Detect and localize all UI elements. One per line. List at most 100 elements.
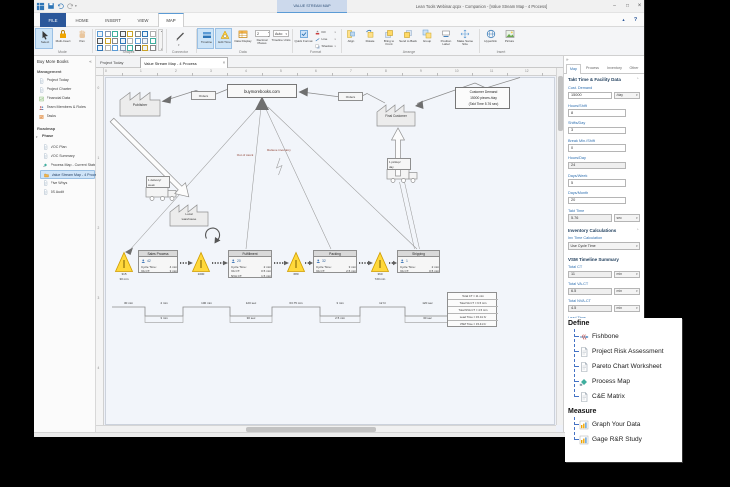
ribbon-button-shadow[interactable]: Shadow▾ (315, 43, 338, 49)
scroll-down-icon[interactable]: ▾ (159, 48, 164, 52)
shape-thumb[interactable] (112, 45, 118, 51)
shape-thumb[interactable] (97, 38, 103, 44)
sidebar-item-financial-data[interactable]: Financial Data (36, 95, 94, 103)
vertical-scrollbar-thumb[interactable] (558, 76, 563, 131)
field-input-5[interactable]: 5 (568, 179, 626, 187)
ribbon-button-timeline[interactable]: Timeline (197, 28, 214, 49)
shape-thumb[interactable] (135, 38, 141, 44)
doc-tab-value-stream-map[interactable]: Value Stream Map - 4 Process× (140, 57, 228, 69)
field-input-1[interactable]: 8 (568, 109, 626, 117)
tab-home[interactable]: HOME (68, 13, 96, 27)
tool-item-project-risk-assessment[interactable]: Project Risk Assessment (579, 346, 681, 358)
ribbon-button-send-to-back[interactable]: Send to Back (399, 28, 417, 49)
ribbon-button-multi-insert[interactable]: Multi-Insert (54, 28, 72, 49)
tab-view[interactable]: VIEW (130, 13, 156, 27)
field-input-6[interactable]: 20 (568, 197, 626, 205)
ribbon-collapse-icon[interactable]: ▴ (619, 15, 628, 24)
tool-item-gage-r-r-study[interactable]: Gage R&R Study (579, 434, 681, 446)
tool-item-process-map[interactable]: Process Map (579, 376, 681, 388)
shape-thumb[interactable] (112, 38, 118, 44)
ribbon-button-position-label[interactable]: Position Label (437, 28, 455, 49)
shape-thumb[interactable] (142, 45, 148, 51)
tool-item-graph-your-data[interactable]: Graph Your Data (579, 419, 681, 431)
shape-thumb[interactable] (120, 38, 126, 44)
shape-thumb[interactable] (127, 38, 133, 44)
shape-thumb[interactable] (135, 31, 141, 37)
shape-thumb[interactable] (127, 45, 133, 51)
maximize-button[interactable]: □ (622, 1, 633, 11)
vertical-scrollbar[interactable] (556, 68, 563, 425)
panel-tab-inventory[interactable]: Inventory (604, 64, 625, 74)
shape-thumb[interactable] (112, 31, 118, 37)
doc-tab-close-icon[interactable]: × (221, 60, 227, 66)
ribbon-button-edit-time[interactable]: Edit Time (215, 28, 232, 49)
qat-dropdown-icon[interactable]: ▾ (75, 4, 81, 10)
field-input-4[interactable]: 24 (568, 162, 626, 170)
field-input-0[interactable]: 15000 (568, 92, 612, 100)
ribbon-button-rotate[interactable]: Rotate (361, 28, 379, 49)
shape-thumb[interactable] (142, 31, 148, 37)
undo-icon[interactable] (57, 2, 65, 10)
doc-tab-project-today[interactable]: Project Today (100, 58, 136, 67)
shape-thumb[interactable] (105, 45, 111, 51)
panel-tab-process[interactable]: Process (582, 64, 603, 74)
ribbon-button-group[interactable]: Group (418, 28, 436, 49)
shape-thumb[interactable] (120, 31, 126, 37)
vsm-field-unit-2[interactable]: min▾ (614, 305, 640, 313)
shape-palette-scrollbar[interactable]: ▴▾ (158, 29, 163, 51)
sidebar-item-5s-audit[interactable]: 5S Audit (40, 188, 95, 197)
shape-thumb[interactable] (150, 38, 156, 44)
vsm-field-unit-0[interactable]: min▾ (614, 271, 640, 279)
shape-thumb[interactable] (105, 38, 111, 44)
tool-item-c-e-matrix[interactable]: C&E Matrix (579, 391, 681, 403)
horizontal-scrollbar-thumb[interactable] (246, 427, 376, 432)
tab-map[interactable]: MAP (158, 13, 184, 27)
sidebar-item-process-map-current-state[interactable]: Process Map - Current State (40, 161, 95, 170)
ribbon-button-quick-format[interactable]: Quick Format (294, 28, 313, 49)
help-icon[interactable]: ? (631, 15, 640, 24)
ribbon-button-make-same-size[interactable]: Make Same Size (456, 28, 474, 49)
vsm-field-input-2[interactable]: 4.5 (568, 305, 612, 313)
shape-thumb[interactable] (127, 31, 133, 37)
shape-thumb[interactable] (97, 31, 103, 37)
sidebar-item-voc-summary[interactable]: VOC Summary (40, 152, 95, 161)
minimize-button[interactable]: – (609, 1, 620, 11)
decimal-places-spinner[interactable]: 2▴▾ (255, 30, 270, 37)
ribbon-button-hyperlink[interactable]: Hyperlink (481, 28, 500, 49)
field-input-3[interactable]: 0 (568, 144, 626, 152)
ribbon-button-connector-pen[interactable]: ▾ (171, 28, 189, 49)
ribbon-button-select[interactable]: Select (35, 28, 53, 49)
panel-collapse-icon[interactable]: » (566, 57, 573, 64)
vsm-field-input-0[interactable]: 11 (568, 271, 612, 279)
field-unit-7[interactable]: sec▾ (614, 214, 640, 222)
sidebar-item-tasks[interactable]: Tasks (36, 113, 94, 121)
tab-insert[interactable]: INSERT (98, 13, 128, 27)
inv-time-calc-dropdown[interactable]: Use Cycle Time▾ (568, 242, 640, 250)
tool-item-pareto-chart-worksheet[interactable]: Pareto Chart Worksheet (579, 361, 681, 373)
shape-thumb[interactable] (97, 45, 103, 51)
sidebar-item-team-members-roles[interactable]: Team Members & Roles (36, 104, 94, 112)
shape-thumb[interactable] (120, 45, 126, 51)
ribbon-button-line[interactable]: Line▾ (315, 36, 338, 42)
shape-palette[interactable] (95, 29, 157, 51)
panel-tab-map[interactable]: Map (566, 64, 581, 74)
panel-tab-other[interactable]: Other (626, 64, 642, 74)
sidebar-item-five-whys[interactable]: Five Whys (40, 179, 95, 188)
ribbon-button-fill[interactable]: Fill▾ (315, 29, 338, 35)
timeline-units-dropdown[interactable]: Auto▾ (273, 30, 289, 37)
shape-thumb[interactable] (150, 45, 156, 51)
redo-icon[interactable] (66, 2, 74, 10)
tool-item-fishbone[interactable]: Fishbone (579, 331, 681, 343)
sidebar-item-project-today[interactable]: Project Today (36, 77, 94, 85)
shape-thumb[interactable] (150, 31, 156, 37)
shape-thumb[interactable] (135, 45, 141, 51)
sidebar-item-project-charter[interactable]: Project Charter (36, 86, 94, 94)
sidebar-item-voc-plan[interactable]: VOC Plan (40, 143, 95, 152)
ribbon-button-data-display[interactable]: Data Display (233, 28, 253, 49)
vsm-field-unit-1[interactable]: min▾ (614, 288, 640, 296)
tab-file[interactable]: FILE (40, 13, 66, 27)
ribbon-button-bring-to-front[interactable]: Bring to Front (380, 28, 398, 49)
sidebar-collapse-icon[interactable]: « (87, 58, 94, 66)
ribbon-button-align[interactable]: Align (342, 28, 360, 49)
shape-thumb[interactable] (105, 31, 111, 37)
